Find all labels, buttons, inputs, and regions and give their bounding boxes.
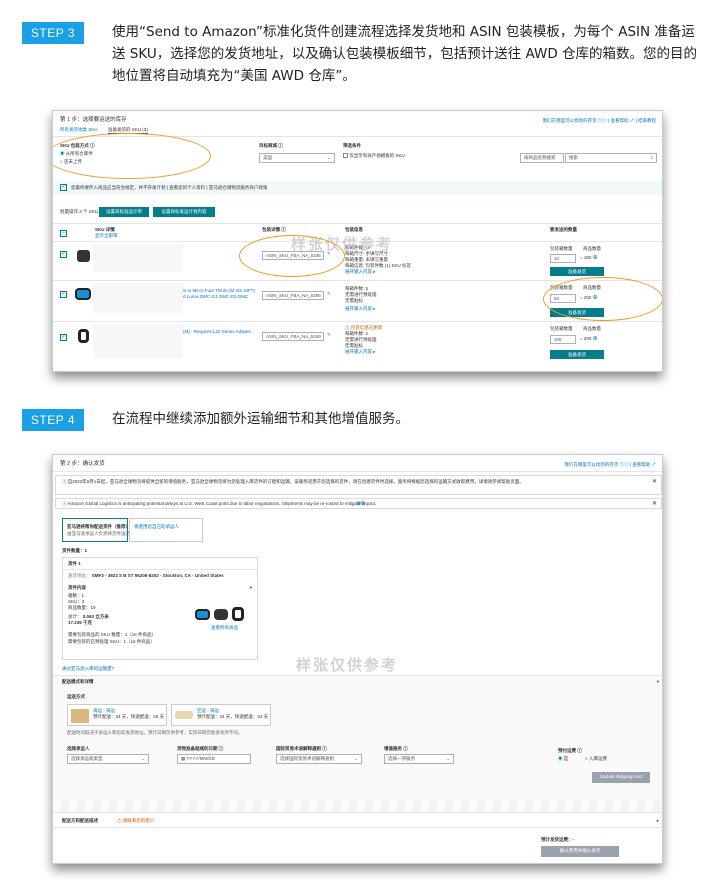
product-image-placeholder [93,324,183,358]
product-thumbnail [78,329,89,343]
row-checkbox[interactable]: ✓ [60,291,67,298]
units-label: 商品数量 [583,326,601,331]
product-image-placeholder [93,244,183,272]
ready-date-input[interactable]: ▦ YYYY/MM/DD [177,754,251,764]
pack-info: ⚠ 包装信息已更新 每箱件数: 2 无需进行预处理 无需贴标 展开输入内容 ▸ [345,325,383,355]
boxes-label: 包装箱数量 [550,246,573,251]
filter-checkbox[interactable]: 仅显示有效产地模板的 SKU [343,153,405,159]
estimated-cost: 预计发货运费：- [541,837,574,842]
box-icon [71,709,89,723]
highlight-oval [53,133,211,179]
shipment-card: 货件 1 发货地址： SMF3 - 3923 S B ST 95206-8202… [62,557,259,660]
info-text: 您最终要存入商品应当符合规定，并不开发计划 | 查看您的个人资料 | 亚马逊仓储… [71,185,268,190]
expand-link[interactable]: 展开输入内容 ▸ [345,349,382,355]
units-value: = 200 ⊕ [580,336,598,342]
product-thumbnail [77,250,90,262]
carrier-select[interactable]: 选择承运商类型 ⌄ [67,754,149,764]
product-title[interactable]: (M) - Requires L22 Series Adapter [183,329,251,335]
units-label: 商品数量 [583,246,601,251]
add-shipment-link[interactable]: 通过亚马逊入库的运输量? [62,666,114,672]
marketplace-label: 目标商城 ⓘ [259,143,283,148]
tab-all-sku[interactable]: 所有发货地类 SKU [60,127,98,133]
pack-template-select[interactable]: ASIN_SKU_FBA_NA_5299 [262,332,324,341]
row-checkbox[interactable]: ✓ [60,251,67,258]
info-checkbox[interactable]: ✓ [60,184,67,191]
marketplace-select[interactable]: 美国 ⌄ [259,153,335,163]
service-select[interactable]: 选择一项服务 ⌄ [384,754,454,764]
step-4-badge: STEP 4 [22,409,84,431]
incoterms-select[interactable]: 选择国际贸易术语解释通则 ⌄ [276,754,362,764]
pack-template-select[interactable]: ASIN_SKU_FBA_NA_5296 [262,291,324,300]
add-icon[interactable]: ⊕ [593,336,598,342]
bulk-content-button[interactable]: 设置商标发运计划内容 [153,207,215,217]
close-icon[interactable]: ✕ [652,501,657,507]
bulk-template-button[interactable]: 设置商标准运计单 [99,207,149,217]
ship-method-sea[interactable]: 海运 - 海运 预计配送：34 天，快速配送：26 天 [67,704,167,726]
col-qty-header: 要发送的数量 [550,227,577,232]
spacer-band [53,800,662,812]
expand-link[interactable]: 展开输入内容 ▸ [345,306,377,312]
product-title[interactable]: is to Micro Four Thirds (M 4/3, MFT) d L… [183,288,255,300]
tab-own-carrier[interactable]: 将使用您自己的承运人 [129,518,203,542]
step-3-badge: STEP 3 [22,22,84,44]
prepare-button[interactable]: 准备发货 [550,350,604,359]
pack-info: 每箱件数: 5 无需进行预处理 无需贴标 展开输入内容 ▸ [345,286,377,312]
fee-section: 配送方和配送描述 ⚠ 请联系您的客户 ▸ [53,812,662,828]
help-links[interactable]: 我们在哪里可以找到的存货 ◎◎ | 查看帮助 ↗ [564,462,656,468]
boxes-input[interactable]: 10 [550,254,576,263]
notice-banner: ⓘ 自2022年8月1日起，亚马逊全球物流将提供全新的增值服务，亚马逊全球物流将… [55,475,662,495]
search-input[interactable]: 搜索 ⌕ [565,153,657,163]
product-image-placeholder [93,283,183,313]
step-4-screenshot: 第 2 步：确认发货 我们在哪里可以找到的存货 ◎◎ | 查看帮助 ↗ ⓘ 自2… [52,454,663,864]
step-3-instruction: 使用“Send to Amazon”标准化货件创建流程选择发货地和 ASIN 包… [112,24,698,84]
boxes-label: 包装箱数量 [550,326,573,331]
bulk-count: 批量操作 3 个 SKU [60,209,99,214]
add-icon[interactable]: ⊕ [593,255,598,261]
prepaid-radio-no[interactable]: ○ 入库运费 [585,756,607,762]
step-3-screenshot: 第 1 步：选择要运送的库存 我们在哪里可以找到的存货 ◎◎ | 查看帮助 ↗ … [52,110,663,372]
product-thumbnail [75,288,91,300]
units-value: = 100 ⊕ [580,255,598,261]
expand-link[interactable]: 展开输入内容 ▸ [345,269,411,275]
page-title: 第 2 步：确认发货 [60,461,105,467]
ship-method-air[interactable]: 空运 - 海运 预计配送：34 天，快速配送：34 天 [171,704,271,726]
edit-icon[interactable]: ✎ [327,291,331,297]
update-shipping-cost-button[interactable]: Update shipping cost [592,772,650,783]
help-links[interactable]: 我们在哪里可以找到的存货 ◎◎ | 查看帮助 ↗ | 结束教程 [543,118,656,124]
boxes-input[interactable]: 100 [550,335,576,344]
search-type-select[interactable]: 按商品名称搜索 [520,153,564,163]
chevron-down-icon[interactable]: ▾ [250,585,252,591]
prepare-button[interactable]: 准备发货 [550,267,604,276]
search-icon[interactable]: ⌕ [650,154,653,162]
view-all-link[interactable]: 查看所有商品 [211,625,238,631]
chevron-right-icon[interactable]: ▸ [657,818,659,824]
select-all-checkbox[interactable]: − [60,230,67,237]
col-sku-sub[interactable]: 显示全部筛 [95,233,118,239]
shipping-mode-section: 配送模式和详情 ▾ 运送方式 海运 - 海运 预计配送：34 天，快速配送：26… [53,675,662,800]
highlight-oval [239,235,345,277]
airplane-icon [175,711,193,719]
confirm-shipment-button[interactable]: 确认费用并确认发货 [541,846,619,857]
tab-amazon-carrier[interactable]: 亚马逊将帮你配送货件（推荐） 由亚马逊承运人负责将货件送达 [62,518,130,542]
shipment-count: 货件数量：1 [62,548,88,553]
highlight-oval [543,277,662,321]
col-pack-header: 包装详情 ⓘ [262,227,286,232]
details-link[interactable]: 详情 [356,501,365,507]
prepaid-radio-yes[interactable]: ◉ 是 [558,756,568,762]
row-checkbox[interactable]: ✓ [60,334,67,341]
page-title: 第 1 步：选择要运送的库存 [60,117,127,123]
close-icon[interactable]: ✕ [652,479,657,485]
edit-icon[interactable]: ✎ [327,332,331,338]
filter-label: 筛选条件 [343,143,361,148]
chevron-down-icon[interactable]: ▾ [657,679,659,685]
table-row: ✓ (M) - Requires L22 Series Adapter ASIN… [53,322,662,367]
step-4-instruction: 在流程中继续添加额外运输细节和其他增值服务。 [112,411,409,427]
product-thumbnails [195,607,255,621]
watermark: 样张仅供参考 [296,656,399,674]
delay-banner: ⓘ Amazon Global Logistics is anticipatin… [55,498,662,509]
